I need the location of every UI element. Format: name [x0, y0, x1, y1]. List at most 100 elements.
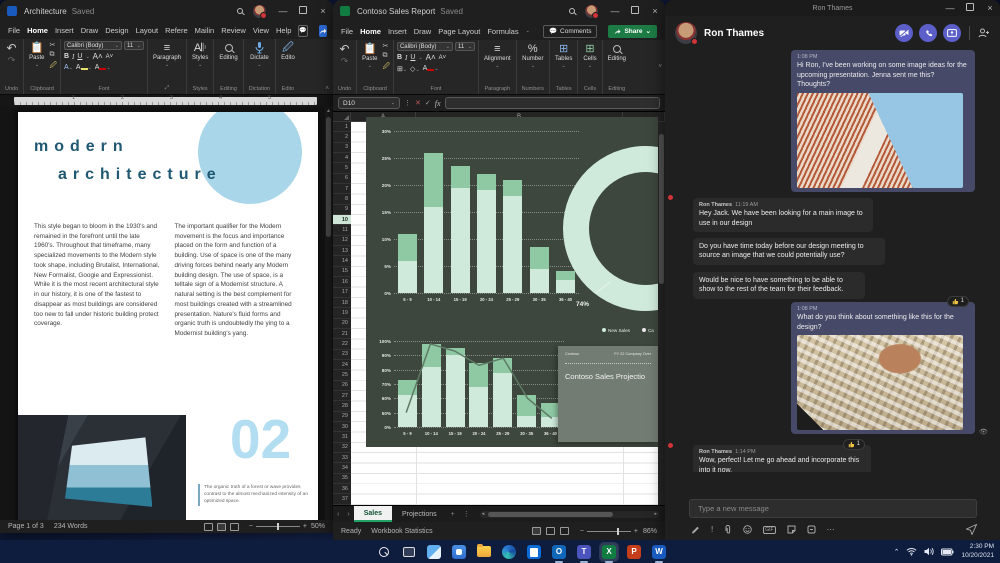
underline-button[interactable]: U [77, 53, 82, 60]
confirm-entry-icon[interactable]: ✓ [425, 99, 431, 107]
font-size-select[interactable]: 11⌄ [124, 41, 144, 50]
tables-button[interactable]: ⊞Tables⌄ [553, 42, 574, 70]
fill-color-button[interactable]: ◇⌄ [410, 65, 420, 73]
row-headers[interactable]: 1234567891011121314151617181920212223242… [333, 122, 351, 505]
read-mode-icon[interactable] [204, 523, 213, 531]
select-all-corner[interactable] [333, 112, 351, 121]
paste-button[interactable]: 📋Paste⌄ [360, 42, 379, 70]
close-button[interactable]: × [980, 0, 1000, 16]
excel-tab-page-layout[interactable]: Page Layout [438, 27, 480, 36]
row-header-8[interactable]: 8 [333, 194, 351, 204]
row-header-9[interactable]: 9 [333, 205, 351, 215]
page-break-view-icon[interactable] [560, 527, 569, 535]
received-message[interactable]: 1 Ron Thames 1:14 PM Wow, perfect! Let m… [693, 445, 871, 472]
row-header-7[interactable]: 7 [333, 184, 351, 194]
row-header-13[interactable]: 13 [333, 246, 351, 256]
emoji-icon[interactable] [743, 525, 752, 534]
row-header-17[interactable]: 17 [333, 288, 351, 298]
share-button[interactable]: Share ⌄ [608, 25, 657, 38]
alignment-button[interactable]: ≡Alignment⌄ [482, 42, 513, 70]
dictate-button[interactable]: Dictate⌄ [248, 41, 271, 69]
maximize-button[interactable] [293, 0, 313, 22]
format-icon[interactable] [691, 525, 700, 534]
italic-button[interactable]: I [72, 53, 74, 61]
taskbar-task-view-icon[interactable] [400, 543, 418, 561]
font-size-select[interactable]: 11⌄ [455, 42, 475, 51]
excel-tab-formulas[interactable]: Formulas [487, 27, 518, 36]
editing-button[interactable]: Editing [606, 42, 628, 63]
row-header-28[interactable]: 28 [333, 401, 351, 411]
received-message[interactable]: Would be nice to have something to be ab… [693, 272, 865, 299]
editing-button[interactable]: Editing [217, 41, 239, 62]
row-header-37[interactable]: 37 [333, 494, 351, 504]
taskbar-word-icon[interactable]: W [650, 543, 668, 561]
row-header-33[interactable]: 33 [333, 453, 351, 463]
row-header-19[interactable]: 19 [333, 308, 351, 318]
excel-tab-draw[interactable]: Draw [414, 27, 432, 36]
row-header-36[interactable]: 36 [333, 484, 351, 494]
row-header-6[interactable]: 6 [333, 174, 351, 184]
search-icon[interactable] [564, 7, 580, 16]
video-call-button[interactable] [895, 24, 913, 42]
cells-button[interactable]: ⊞Cells⌄ [581, 42, 598, 70]
add-people-icon[interactable] [978, 28, 990, 38]
undo-icon[interactable]: ↶ [7, 41, 17, 55]
loop-icon[interactable] [807, 525, 816, 534]
font-name-select[interactable]: Calibri (Body)⌄ [397, 42, 453, 51]
maximize-button[interactable] [960, 0, 980, 16]
bold-button[interactable]: B [64, 53, 69, 60]
sheet-nav-left-icon[interactable]: ‹ [333, 511, 343, 518]
taskbar-excel-icon[interactable]: X [600, 543, 618, 561]
editor-button[interactable]: 🖉Edito [279, 41, 297, 62]
text-effects-button[interactable]: A⌄ [64, 64, 73, 71]
word-tab-file[interactable]: File [8, 26, 20, 35]
normal-view-icon[interactable] [532, 527, 541, 535]
sheet-tab-projections[interactable]: Projections [392, 506, 447, 522]
row-header-16[interactable]: 16 [333, 277, 351, 287]
row-header-1[interactable]: 1 [333, 122, 351, 132]
format-painter-icon[interactable]: 🖉 [383, 62, 390, 73]
word-tab-insert[interactable]: Insert [55, 26, 74, 35]
word-vertical-scrollbar[interactable]: ▲ [325, 107, 332, 520]
word-tab-view[interactable]: View [253, 26, 269, 35]
screen-share-button[interactable] [943, 24, 961, 42]
row-header-32[interactable]: 32 [333, 443, 351, 453]
row-header-5[interactable]: 5 [333, 163, 351, 173]
row-header-4[interactable]: 4 [333, 153, 351, 163]
page-layout-view-icon[interactable] [546, 527, 555, 535]
row-header-3[interactable]: 3 [333, 143, 351, 153]
word-ruler[interactable]: 1 2 3 4 5 [0, 95, 333, 107]
word-tab-help[interactable]: Help [276, 26, 291, 35]
paragraph-button[interactable]: ≡Paragraph⌄ [151, 41, 183, 69]
sticker-icon[interactable] [787, 525, 796, 534]
format-painter-icon[interactable]: 🖉 [50, 61, 57, 72]
minimize-button[interactable]: — [940, 0, 960, 16]
row-header-27[interactable]: 27 [333, 391, 351, 401]
gif-icon[interactable]: GIF [763, 526, 775, 534]
page-indicator[interactable]: Page 1 of 3 [8, 523, 44, 530]
sales-chart-object[interactable]: 30%25%20%15%10%5%0% 5 - 910 - 1415 - 192… [366, 117, 658, 447]
number-button[interactable]: %Number⌄ [520, 42, 545, 70]
word-tab-mailings[interactable]: Mailin [195, 26, 215, 35]
row-header-22[interactable]: 22 [333, 339, 351, 349]
workbook-statistics[interactable]: Workbook Statistics [371, 528, 432, 535]
insert-function-icon[interactable]: fx [435, 99, 441, 108]
word-account-avatar[interactable] [253, 5, 266, 18]
word-tab-home[interactable]: Home [27, 26, 48, 35]
comments-icon[interactable]: 💬 [298, 25, 307, 37]
name-box[interactable]: D10⌄ [338, 97, 400, 109]
chat-message-list[interactable]: 1:08 PM Hi Ron, I've been working on som… [665, 50, 1000, 472]
word-tab-references[interactable]: Refere [165, 26, 188, 35]
excel-horizontal-scrollbar[interactable]: ◂▸ [480, 511, 659, 518]
underline-button[interactable]: U [410, 54, 415, 61]
font-color-button[interactable]: A⌄ [423, 65, 439, 72]
excel-account-avatar[interactable] [585, 5, 598, 18]
cancel-entry-icon[interactable]: ✕ [415, 99, 421, 107]
row-header-14[interactable]: 14 [333, 256, 351, 266]
taskbar-widgets-icon[interactable] [425, 543, 443, 561]
word-count[interactable]: 234 Words [54, 523, 88, 530]
row-header-15[interactable]: 15 [333, 267, 351, 277]
bold-button[interactable]: B [397, 54, 402, 61]
styles-button[interactable]: A𝄆Styles⌄ [190, 41, 210, 69]
audio-call-button[interactable] [919, 24, 937, 42]
